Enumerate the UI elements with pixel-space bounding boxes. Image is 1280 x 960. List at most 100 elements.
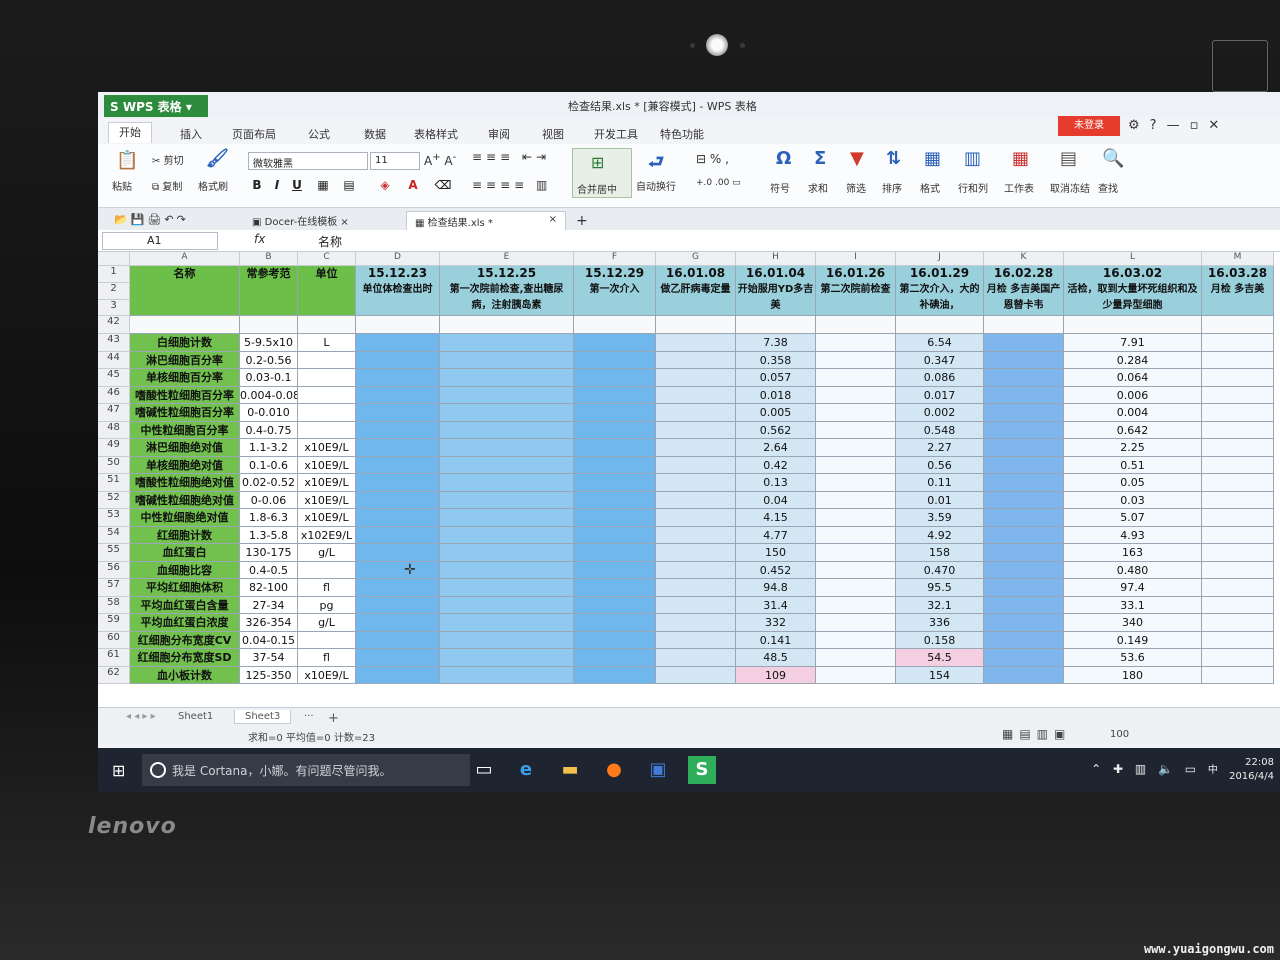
column-header[interactable]: J — [896, 252, 984, 266]
view-mode-icons[interactable]: ▦▤▥▣ — [1002, 727, 1071, 741]
value-cell[interactable] — [816, 596, 896, 614]
row-header[interactable]: 55 — [98, 544, 130, 562]
value-cell-k[interactable]: 0.086 — [896, 369, 984, 387]
value-cell-m[interactable]: 180 — [1064, 666, 1202, 684]
font-color-icon[interactable]: A — [404, 178, 422, 196]
value-cell-m[interactable]: 0.05 — [1064, 474, 1202, 492]
value-cell[interactable] — [356, 421, 440, 439]
value-cell[interactable] — [816, 421, 896, 439]
header-date-cell[interactable]: 16.01.08 做乙肝病毒定量 — [656, 266, 736, 316]
value-cell-m[interactable]: 340 — [1064, 614, 1202, 632]
tab-features[interactable]: 特色功能 — [660, 126, 704, 142]
bold-button[interactable]: B — [248, 178, 266, 196]
value-cell-k[interactable]: 0.347 — [896, 351, 984, 369]
value-cell[interactable] — [440, 544, 574, 562]
value-cell[interactable] — [656, 649, 736, 667]
value-cell[interactable] — [656, 491, 736, 509]
value-cell-m[interactable]: 0.149 — [1064, 631, 1202, 649]
value-cell[interactable] — [656, 456, 736, 474]
value-cell-k[interactable]: 3.59 — [896, 509, 984, 527]
value-cell[interactable] — [816, 474, 896, 492]
row-header[interactable]: 45 — [98, 369, 130, 387]
value-cell-i[interactable]: 4.15 — [736, 509, 816, 527]
row-header[interactable]: 47 — [98, 404, 130, 422]
value-cell[interactable] — [1202, 456, 1274, 474]
sheet-tab-3[interactable]: Sheet3 — [234, 710, 292, 724]
value-cell[interactable] — [440, 456, 574, 474]
new-tab-button[interactable]: + — [568, 211, 596, 230]
column-header[interactable]: A — [130, 252, 240, 266]
value-cell-m[interactable]: 0.006 — [1064, 386, 1202, 404]
value-cell-i[interactable]: 0.42 — [736, 456, 816, 474]
value-cell-k[interactable]: 154 — [896, 666, 984, 684]
value-cell[interactable] — [984, 474, 1064, 492]
format-painter-button[interactable]: 格式刷 — [198, 178, 228, 193]
value-cell[interactable] — [816, 666, 896, 684]
reference-range-cell[interactable]: 0.004-0.08 — [240, 386, 298, 404]
spacer-cell[interactable] — [984, 316, 1064, 334]
value-cell[interactable] — [574, 649, 656, 667]
firefox-icon[interactable]: ● — [600, 756, 628, 784]
unit-cell[interactable]: g/L — [298, 544, 356, 562]
cut-button[interactable]: ✂ 剪切 — [152, 152, 184, 167]
value-cell[interactable] — [1202, 561, 1274, 579]
value-cell[interactable] — [656, 509, 736, 527]
value-cell[interactable] — [656, 369, 736, 387]
value-cell-k[interactable]: 4.92 — [896, 526, 984, 544]
value-cell-k[interactable]: 0.56 — [896, 456, 984, 474]
value-cell-m[interactable]: 97.4 — [1064, 579, 1202, 597]
value-cell[interactable] — [816, 526, 896, 544]
value-cell[interactable] — [656, 421, 736, 439]
value-cell[interactable] — [574, 351, 656, 369]
unit-cell[interactable] — [298, 369, 356, 387]
value-cell-i[interactable]: 0.057 — [736, 369, 816, 387]
close-tab-icon[interactable]: × — [549, 214, 557, 225]
tab-review[interactable]: 审阅 — [488, 126, 510, 142]
test-name-cell[interactable]: 平均红细胞体积 — [130, 579, 240, 597]
value-cell[interactable] — [356, 649, 440, 667]
value-cell[interactable] — [1202, 439, 1274, 457]
header-date-cell[interactable]: 16.03.02 活检，取到大量坏死组织和及少量异型细胞 — [1064, 266, 1202, 316]
sort-button[interactable]: 排序 — [882, 180, 902, 195]
reference-range-cell[interactable]: 0-0.010 — [240, 404, 298, 422]
test-name-cell[interactable]: 血小板计数 — [130, 666, 240, 684]
value-cell[interactable] — [440, 439, 574, 457]
value-cell-m[interactable]: 0.51 — [1064, 456, 1202, 474]
spacer-cell[interactable] — [298, 316, 356, 334]
header-date-cell[interactable]: 15.12.23 单位体检查出时 — [356, 266, 440, 316]
value-cell[interactable] — [656, 351, 736, 369]
test-name-cell[interactable]: 嗜碱性粒细胞百分率 — [130, 404, 240, 422]
header-name-cell[interactable]: 名称 — [130, 266, 240, 316]
value-cell[interactable] — [656, 526, 736, 544]
unit-cell[interactable]: fl — [298, 579, 356, 597]
align-top-icons[interactable]: ≡≡≡ ⇤⇥ — [472, 150, 550, 164]
value-cell[interactable] — [1202, 509, 1274, 527]
reference-range-cell[interactable]: 0.4-0.5 — [240, 561, 298, 579]
reference-range-cell[interactable]: 0.1-0.6 — [240, 456, 298, 474]
value-cell[interactable] — [984, 456, 1064, 474]
header-date-cell[interactable]: 16.01.29 第二次介入，大的补碘油， — [896, 266, 984, 316]
value-cell[interactable] — [574, 369, 656, 387]
unit-cell[interactable]: x102E9/L — [298, 526, 356, 544]
reference-range-cell[interactable]: 5-9.5x10 — [240, 334, 298, 352]
value-cell-k[interactable]: 2.27 — [896, 439, 984, 457]
sum-icon[interactable]: Σ — [814, 148, 826, 169]
font-size-select[interactable]: 11 — [370, 152, 420, 170]
value-cell[interactable] — [574, 491, 656, 509]
value-cell-i[interactable]: 0.562 — [736, 421, 816, 439]
value-cell[interactable] — [440, 649, 574, 667]
tab-home[interactable]: 开始 — [108, 122, 152, 143]
value-cell[interactable] — [656, 404, 736, 422]
paste-icon[interactable]: 📋 — [116, 150, 138, 171]
row-header[interactable]: 62 — [98, 666, 130, 684]
value-cell[interactable] — [984, 666, 1064, 684]
unit-cell[interactable] — [298, 351, 356, 369]
value-cell[interactable] — [656, 439, 736, 457]
sort-icon[interactable]: ⇅ — [886, 148, 901, 169]
test-name-cell[interactable]: 嗜酸性粒细胞百分率 — [130, 386, 240, 404]
spacer-cell[interactable] — [440, 316, 574, 334]
reference-range-cell[interactable]: 0.04-0.15 — [240, 631, 298, 649]
value-cell[interactable] — [984, 614, 1064, 632]
value-cell[interactable] — [440, 596, 574, 614]
tab-page-layout[interactable]: 页面布局 — [232, 126, 276, 142]
